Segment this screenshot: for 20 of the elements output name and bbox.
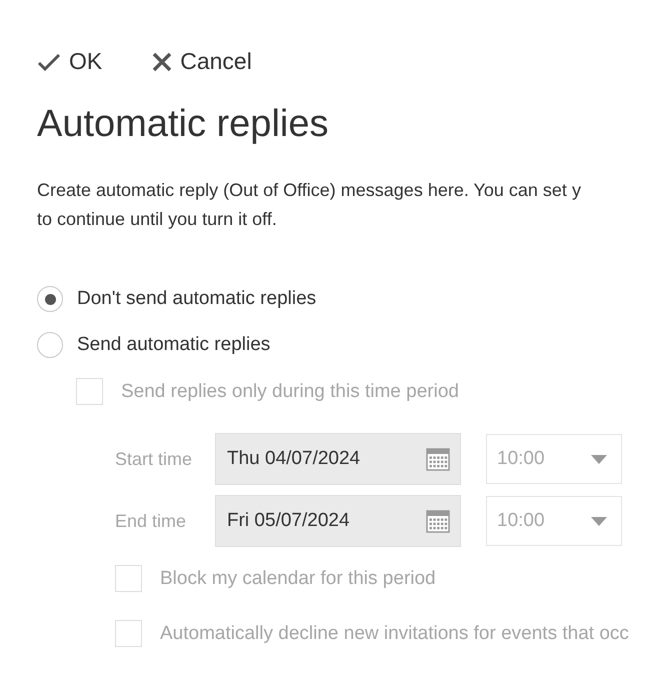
radio-button[interactable] — [37, 286, 63, 312]
description-text: Create automatic reply (Out of Office) messages here. You can set y — [37, 179, 582, 202]
radio-button[interactable] — [37, 332, 63, 358]
ok-button[interactable]: OK — [37, 48, 102, 75]
dropdown-arrow-icon — [591, 516, 607, 526]
field-label: End time — [115, 510, 188, 532]
dropdown-arrow-icon — [591, 454, 607, 464]
checkbox-label: Automatically decline new invitations for events that occ — [160, 622, 629, 644]
calendar-icon — [426, 509, 450, 533]
cancel-button[interactable]: Cancel — [152, 48, 252, 75]
close-icon — [152, 52, 172, 72]
field-label: Start time — [115, 448, 194, 470]
checkbox-label: Block my calendar for this period — [160, 568, 436, 590]
page-title: Automatic replies — [37, 103, 330, 146]
radio-label: Don't send automatic replies — [77, 288, 316, 310]
calendar-icon — [426, 447, 450, 471]
checkmark-icon — [37, 52, 61, 72]
description-text: to continue until you turn it off. — [37, 208, 278, 231]
checkbox-label: Send replies only during this time period — [121, 380, 459, 402]
radio-label: Send automatic replies — [77, 334, 270, 356]
